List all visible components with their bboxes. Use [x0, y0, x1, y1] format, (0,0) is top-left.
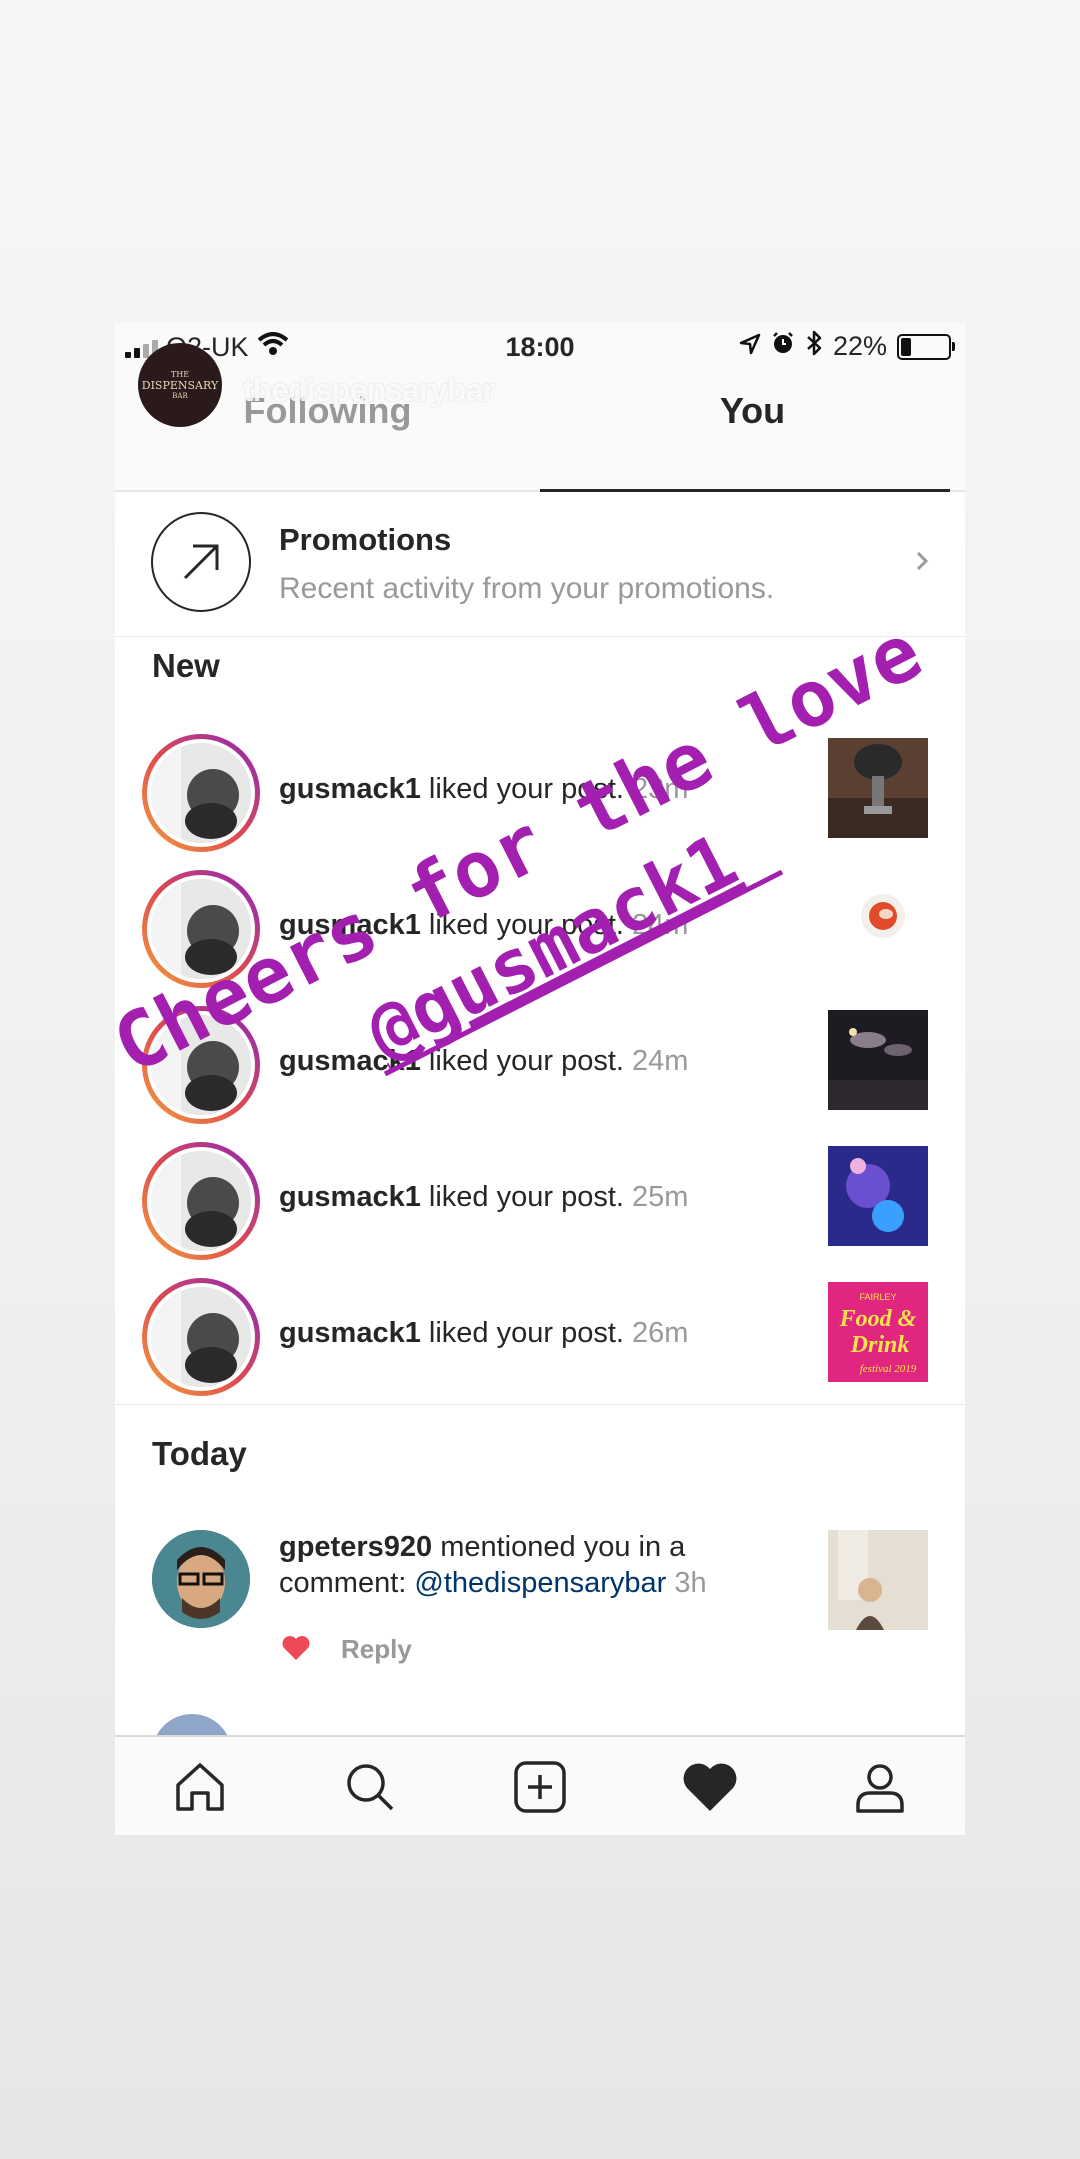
activity-row[interactable]: gusmack1 liked your post. 23m [115, 724, 965, 860]
new-post-icon[interactable] [505, 1752, 575, 1822]
instagram-activity-screen: O2-UK 18:00 22% Following You THE DISPEN… [115, 322, 965, 1835]
activity-text: gusmack1 liked your post. 25m [279, 1181, 689, 1213]
location-arrow-icon [739, 331, 761, 362]
battery-level [901, 337, 911, 356]
user-photo [151, 743, 251, 843]
thumb-text: Food & [839, 1306, 917, 1332]
post-thumbnail[interactable] [828, 738, 928, 838]
status-icons: 22% [739, 330, 955, 363]
story-ring-avatar[interactable] [142, 734, 260, 852]
activity-text: gusmack1 liked your post. 26m [279, 1317, 689, 1349]
post-thumbnail[interactable] [828, 874, 928, 974]
thumb-text: festival 2019 [860, 1363, 917, 1375]
promotions-subtitle: Recent activity from your promotions. [279, 572, 775, 605]
story-ring-avatar[interactable] [142, 1278, 260, 1396]
section-divider [115, 1404, 965, 1405]
timestamp: 25m [632, 1181, 689, 1213]
user-photo [151, 1015, 251, 1115]
story-ring-avatar[interactable] [142, 1006, 260, 1124]
thumb-text: Drink [850, 1332, 910, 1358]
username-link[interactable]: gpeters920 [279, 1531, 432, 1563]
post-thumbnail[interactable] [828, 1010, 928, 1110]
activity-row[interactable]: gusmack1 liked your post. 25m [115, 1132, 965, 1268]
user-photo [151, 879, 251, 979]
user-avatar[interactable] [152, 1530, 250, 1628]
timestamp: 23m [632, 773, 689, 805]
profile-icon[interactable] [845, 1752, 915, 1822]
mention-activity-text: gpeters920 mentioned you in a comment: @… [279, 1531, 707, 1599]
promotions-title: Promotions [279, 522, 452, 557]
timestamp: 26m [632, 1317, 689, 1349]
activity-row[interactable]: gusmack1 liked your post. 24m [115, 860, 965, 996]
activity-text: gusmack1 liked your post. 24m [279, 909, 689, 941]
timestamp: 3h [674, 1567, 707, 1599]
bluetooth-icon [805, 330, 823, 363]
battery-percent: 22% [832, 331, 887, 361]
reply-button[interactable]: Reply [341, 1634, 412, 1665]
post-thumbnail[interactable] [828, 1530, 928, 1630]
promotions-arrow-icon [151, 512, 251, 612]
home-icon[interactable] [165, 1752, 235, 1822]
status-bar: O2-UK 18:00 22% [115, 322, 965, 372]
timestamp: 24m [632, 909, 689, 941]
activity-text: gusmack1 liked your post. 23m [279, 773, 689, 805]
activity-row[interactable]: gusmack1 liked your post. 24m [115, 996, 965, 1132]
story-ring-avatar[interactable] [142, 1142, 260, 1260]
timestamp: 24m [632, 1045, 689, 1077]
username-link[interactable]: gusmack1 [279, 1045, 421, 1077]
story-author-username: thedispensarybar [243, 372, 495, 408]
chevron-right-icon [915, 550, 929, 577]
battery-icon [897, 333, 955, 360]
user-photo [151, 1151, 251, 1251]
post-thumbnail[interactable]: FAIRLEY Food & Drink festival 2019 [828, 1282, 928, 1382]
activity-row[interactable]: gusmack1 liked your post. 26m FAIRLEY Fo… [115, 1268, 965, 1404]
search-icon[interactable] [335, 1752, 405, 1822]
username-link[interactable]: gusmack1 [279, 1317, 421, 1349]
like-comment-heart-icon[interactable] [281, 1635, 311, 1666]
section-new-title: New [152, 647, 220, 684]
story-author-avatar: THE DISPENSARY BAR [138, 343, 222, 427]
tab-you[interactable]: You [540, 390, 965, 432]
promotions-row[interactable]: Promotions Recent activity from your pro… [115, 490, 965, 637]
post-thumbnail[interactable] [828, 1146, 928, 1246]
user-photo [151, 1287, 251, 1387]
section-today-title: Today [152, 1435, 247, 1472]
activity-heart-icon[interactable] [675, 1752, 745, 1822]
bottom-navigation [115, 1735, 965, 1835]
story-ring-avatar[interactable] [142, 870, 260, 988]
username-link[interactable]: gusmack1 [279, 773, 421, 805]
activity-text: gusmack1 liked your post. 24m [279, 1045, 689, 1077]
username-link[interactable]: gusmack1 [279, 909, 421, 941]
thumb-text: FAIRLEY [859, 1292, 896, 1302]
alarm-icon [771, 331, 795, 362]
mention-link[interactable]: @thedispensarybar [414, 1567, 666, 1599]
username-link[interactable]: gusmack1 [279, 1181, 421, 1213]
